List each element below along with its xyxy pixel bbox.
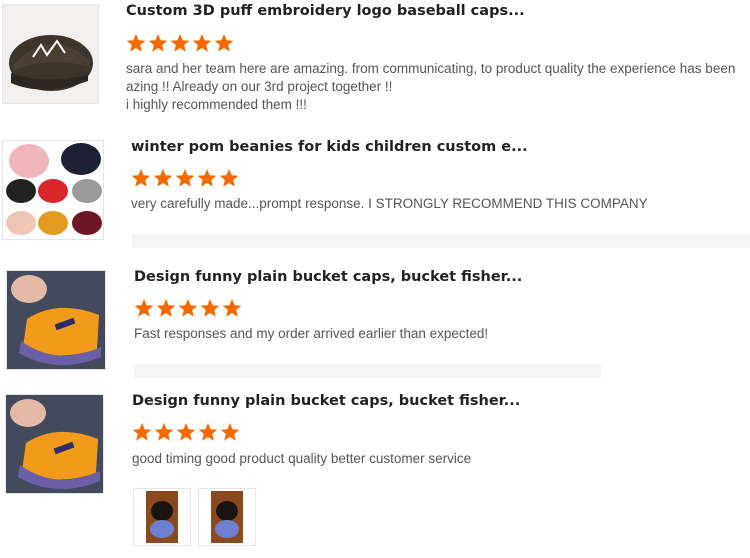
star-icon	[126, 34, 146, 52]
review-item: Design funny plain bucket caps, bucket f…	[0, 262, 750, 378]
star-rating	[126, 33, 234, 53]
product-thumbnail-baseball-cap[interactable]	[2, 4, 99, 104]
divider	[134, 364, 601, 378]
star-icon	[132, 423, 152, 441]
star-icon	[220, 423, 240, 441]
star-icon	[198, 423, 218, 441]
star-icon	[197, 169, 217, 187]
review-product-title[interactable]: winter pom beanies for kids children cus…	[131, 139, 528, 155]
review-photo[interactable]	[133, 488, 191, 546]
star-icon	[214, 34, 234, 52]
review-text: good timing good product quality better …	[132, 450, 471, 468]
review-text: Fast responses and my order arrived earl…	[134, 325, 488, 343]
star-icon	[154, 423, 174, 441]
review-text-line: Fast responses and my order arrived earl…	[134, 326, 489, 341]
review-text: very carefully made...prompt response. I…	[131, 195, 648, 213]
review-text-line: good timing good product quality better …	[132, 451, 472, 466]
review-text-line: i highly recommended them !!!	[126, 97, 307, 112]
review-item: winter pom beanies for kids children cus…	[0, 138, 750, 250]
review-product-title[interactable]: Design funny plain bucket caps, bucket f…	[134, 269, 522, 285]
star-icon	[156, 299, 176, 317]
star-icon	[170, 34, 190, 52]
divider	[132, 234, 750, 248]
star-icon	[131, 169, 151, 187]
review-product-title[interactable]: Custom 3D puff embroidery logo baseball …	[126, 3, 525, 19]
review-product-title[interactable]: Design funny plain bucket caps, bucket f…	[132, 393, 520, 409]
product-thumbnail-bucket-hat[interactable]	[5, 394, 104, 494]
star-icon	[222, 299, 242, 317]
review-photo[interactable]	[198, 488, 256, 546]
star-rating	[134, 298, 242, 318]
star-icon	[134, 299, 154, 317]
star-icon	[192, 34, 212, 52]
star-rating	[132, 422, 240, 442]
product-thumbnail-beanies[interactable]	[2, 140, 104, 240]
star-icon	[219, 169, 239, 187]
review-text: sara and her team here are amazing. from…	[126, 60, 750, 114]
star-icon	[200, 299, 220, 317]
review-item: Design funny plain bucket caps, bucket f…	[0, 386, 750, 558]
review-text-line: azing !! Already on our 3rd project toge…	[126, 79, 393, 94]
star-icon	[176, 423, 196, 441]
star-icon	[148, 34, 168, 52]
review-item: Custom 3D puff embroidery logo baseball …	[0, 0, 750, 120]
review-text-line: sara and her team here are amazing. from…	[126, 61, 736, 76]
review-text-line: very carefully made...prompt response. I…	[131, 196, 648, 211]
star-icon	[178, 299, 198, 317]
star-icon	[175, 169, 195, 187]
star-rating	[131, 168, 239, 188]
star-icon	[153, 169, 173, 187]
product-thumbnail-bucket-hat[interactable]	[6, 270, 106, 370]
